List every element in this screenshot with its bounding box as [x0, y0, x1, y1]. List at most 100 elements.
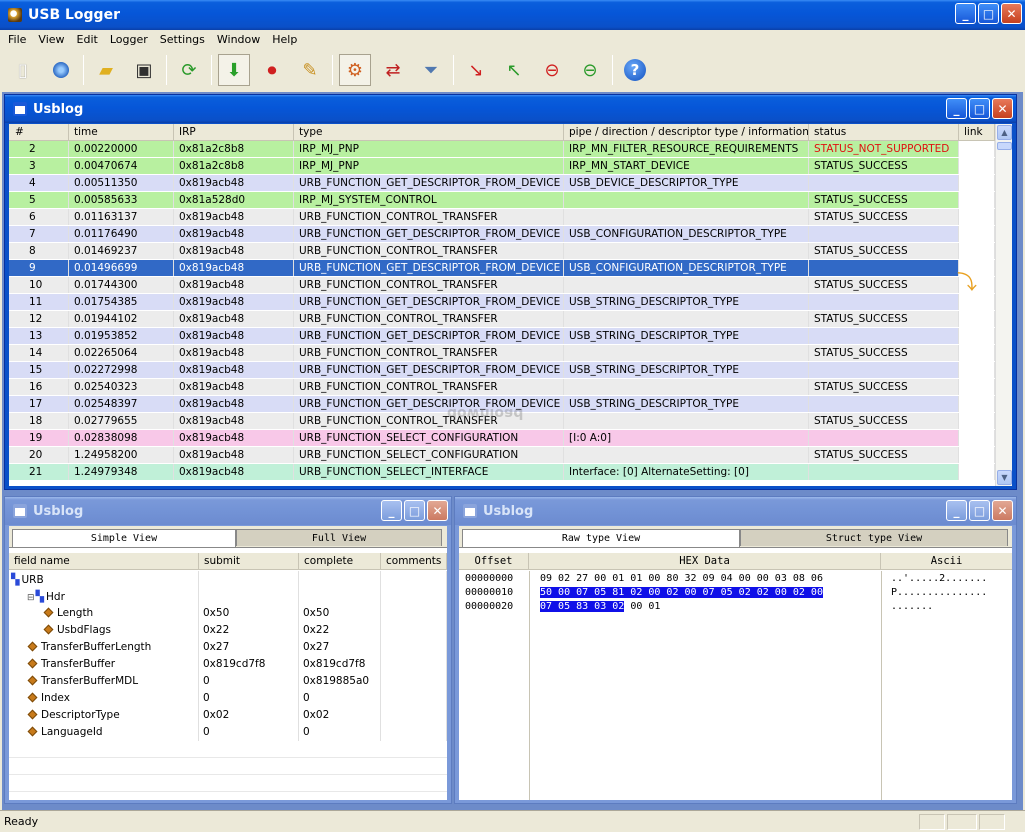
- tree-row[interactable]: TransferBufferLength 0x27 0x27: [9, 639, 447, 656]
- simple-col-header[interactable]: complete: [299, 552, 381, 570]
- maximize-button[interactable]: □: [969, 98, 990, 119]
- scroll-up-button[interactable]: ▲: [997, 125, 1012, 140]
- globe-icon[interactable]: [45, 54, 77, 86]
- log-window-titlebar[interactable]: Usblog _ □ ✕: [5, 95, 1016, 123]
- app-titlebar[interactable]: USB Logger _ □ ✕: [0, 0, 1025, 30]
- refresh-icon[interactable]: ⟳: [173, 54, 205, 86]
- scroll-thumb[interactable]: [997, 142, 1012, 150]
- log-row[interactable]: 14 0.02265064 0x819acb48 URB_FUNCTION_CONTR…: [9, 345, 1012, 362]
- minimize-button[interactable]: _: [946, 98, 967, 119]
- log-row[interactable]: 2 0.00220000 0x81a2c8b8 IRP_MJ_PNP IRP_MN_FI…: [9, 141, 1012, 158]
- log-col-header[interactable]: IRP: [174, 123, 294, 141]
- arrow-down-red-icon[interactable]: ↘: [460, 54, 492, 86]
- log-row[interactable]: 20 1.24958200 0x819acb48 URB_FUNCTION_SELEC…: [9, 447, 1012, 464]
- tree-row[interactable]: DescriptorType 0x02 0x02: [9, 707, 447, 724]
- open-folder-icon[interactable]: ▰: [90, 54, 122, 86]
- maximize-button[interactable]: □: [969, 500, 990, 521]
- tree-row[interactable]: ▚ URB: [9, 571, 447, 588]
- new-file-icon[interactable]: ▯: [7, 54, 39, 86]
- tab-full-view[interactable]: Full View: [236, 529, 442, 546]
- tree-row[interactable]: UsbdFlags 0x22 0x22: [9, 622, 447, 639]
- log-col-header[interactable]: link: [959, 123, 995, 141]
- log-row[interactable]: 15 0.02272998 0x819acb48 URB_FUNCTION_GET_D…: [9, 362, 1012, 379]
- tree-row[interactable]: TransferBufferMDL 0 0x819885a0: [9, 673, 447, 690]
- minimize-button[interactable]: _: [946, 500, 967, 521]
- simple-col-header[interactable]: field name: [9, 552, 199, 570]
- tree-expander-icon[interactable]: ⊟: [27, 593, 35, 603]
- log-col-header[interactable]: pipe / direction / descriptor type / inf…: [564, 123, 809, 141]
- log-vertical-scrollbar[interactable]: ▲ ▼: [995, 124, 1012, 486]
- log-row[interactable]: 5 0.00585633 0x81a528d0 IRP_MJ_SYSTEM_CONTR…: [9, 192, 1012, 209]
- tree-complete-value: 0: [299, 724, 381, 741]
- tree-row[interactable]: Index 0 0: [9, 690, 447, 707]
- scroll-down-button[interactable]: ▼: [997, 470, 1012, 485]
- log-row[interactable]: 16 0.02540323 0x819acb48 URB_FUNCTION_CONTR…: [9, 379, 1012, 396]
- log-row[interactable]: 19 0.02838098 0x819acb48 URB_FUNCTION_SELEC…: [9, 430, 1012, 447]
- minimize-button[interactable]: _: [955, 3, 976, 24]
- menu-logger[interactable]: Logger: [104, 33, 154, 46]
- minimize-button[interactable]: _: [381, 500, 402, 521]
- maximize-button[interactable]: □: [404, 500, 425, 521]
- hex-row[interactable]: 00000000 09 02 27 00 01 01 00 80 32 09 04…: [459, 572, 1012, 586]
- arrow-down-stop-icon[interactable]: ⊖: [536, 54, 568, 86]
- menu-file[interactable]: File: [2, 33, 32, 46]
- close-button[interactable]: ✕: [1001, 3, 1022, 24]
- status-panel: [947, 813, 977, 830]
- log-row[interactable]: 10 0.01744300 0x819acb48 URB_FUNCTION_CONTR…: [9, 277, 1012, 294]
- arrow-up-stop-icon[interactable]: ⊖: [574, 54, 606, 86]
- tree-row[interactable]: ⊟▚ Hdr: [9, 588, 447, 605]
- log-col-header[interactable]: time: [69, 123, 174, 141]
- stop-record-icon[interactable]: ⏺: [256, 54, 288, 86]
- simple-view-titlebar[interactable]: Usblog _ □ ✕: [5, 497, 451, 525]
- log-col-header[interactable]: status: [809, 123, 959, 141]
- log-cell-n: 4: [9, 175, 69, 191]
- tab-raw-type-view[interactable]: Raw type View: [462, 529, 740, 547]
- log-row[interactable]: 21 1.24979348 0x819acb48 URB_FUNCTION_SELEC…: [9, 464, 1012, 481]
- log-cell-info: [564, 277, 809, 293]
- close-button[interactable]: ✕: [992, 500, 1013, 521]
- hex-row[interactable]: 00000010 50 00 07 05 81 02 00 02 00 07 05…: [459, 586, 1012, 600]
- size-grip[interactable]: [1007, 814, 1025, 830]
- log-row[interactable]: 8 0.01469237 0x819acb48 URB_FUNCTION_CONTRO…: [9, 243, 1012, 260]
- menu-view[interactable]: View: [32, 33, 70, 46]
- log-cell-irp: 0x819acb48: [174, 209, 294, 225]
- download-icon[interactable]: ⬇: [218, 54, 250, 86]
- log-row[interactable]: 7 0.01176490 0x819acb48 URB_FUNCTION_GET_DE…: [9, 226, 1012, 243]
- clear-icon[interactable]: ✎: [294, 54, 326, 86]
- log-col-header[interactable]: type: [294, 123, 564, 141]
- log-row[interactable]: 12 0.01944102 0x819acb48 URB_FUNCTION_CONTR…: [9, 311, 1012, 328]
- log-row[interactable]: 9 0.01496699 0x819acb48 URB_FUNCTION_GET_DE…: [9, 260, 1012, 277]
- close-button[interactable]: ✕: [992, 98, 1013, 119]
- log-row[interactable]: 6 0.01163137 0x819acb48 URB_FUNCTION_CONTRO…: [9, 209, 1012, 226]
- tree-row[interactable]: Length 0x50 0x50: [9, 605, 447, 622]
- log-row[interactable]: 13 0.01953852 0x819acb48 URB_FUNCTION_GET_D…: [9, 328, 1012, 345]
- filter-icon[interactable]: ⏷: [415, 54, 447, 86]
- menu-settings[interactable]: Settings: [154, 33, 211, 46]
- tab-struct-type-view[interactable]: Struct type View: [740, 529, 1008, 546]
- simple-col-header[interactable]: comments: [381, 552, 447, 570]
- tree-row[interactable]: TransferBuffer 0x819cd7f8 0x819cd7f8: [9, 656, 447, 673]
- log-row[interactable]: 11 0.01754385 0x819acb48 URB_FUNCTION_GET_D…: [9, 294, 1012, 311]
- log-row[interactable]: 3 0.00470674 0x81a2c8b8 IRP_MJ_PNP IRP_MN_ST…: [9, 158, 1012, 175]
- menu-edit[interactable]: Edit: [71, 33, 104, 46]
- simple-col-header[interactable]: submit: [199, 552, 299, 570]
- hex-row[interactable]: 00000020 07 05 83 03 02 00 01.......: [459, 600, 1012, 614]
- log-cell-time: 0.00585633: [69, 192, 174, 208]
- raw-view-titlebar[interactable]: Usblog _ □ ✕: [455, 497, 1016, 525]
- tree-row[interactable]: LanguageId 0 0: [9, 724, 447, 741]
- close-button[interactable]: ✕: [427, 500, 448, 521]
- menu-help[interactable]: Help: [266, 33, 303, 46]
- arrow-up-multi-icon[interactable]: ↖: [498, 54, 530, 86]
- tree-field-name: LanguageId: [9, 724, 199, 741]
- settings-gear-icon[interactable]: ⚙: [339, 54, 371, 86]
- tab-simple-view[interactable]: Simple View: [12, 529, 236, 547]
- log-col-header[interactable]: #: [9, 123, 69, 141]
- help-icon[interactable]: ?: [619, 54, 651, 86]
- menu-window[interactable]: Window: [211, 33, 266, 46]
- maximize-button[interactable]: □: [978, 3, 999, 24]
- swap-arrows-icon[interactable]: ⇄: [377, 54, 409, 86]
- log-row[interactable]: 4 0.00511350 0x819acb48 URB_FUNCTION_GET_DE…: [9, 175, 1012, 192]
- link-arrow-icon: ⤵: [957, 270, 977, 294]
- tree-submit-value: 0x02: [199, 707, 299, 724]
- save-icon[interactable]: ▣: [128, 54, 160, 86]
